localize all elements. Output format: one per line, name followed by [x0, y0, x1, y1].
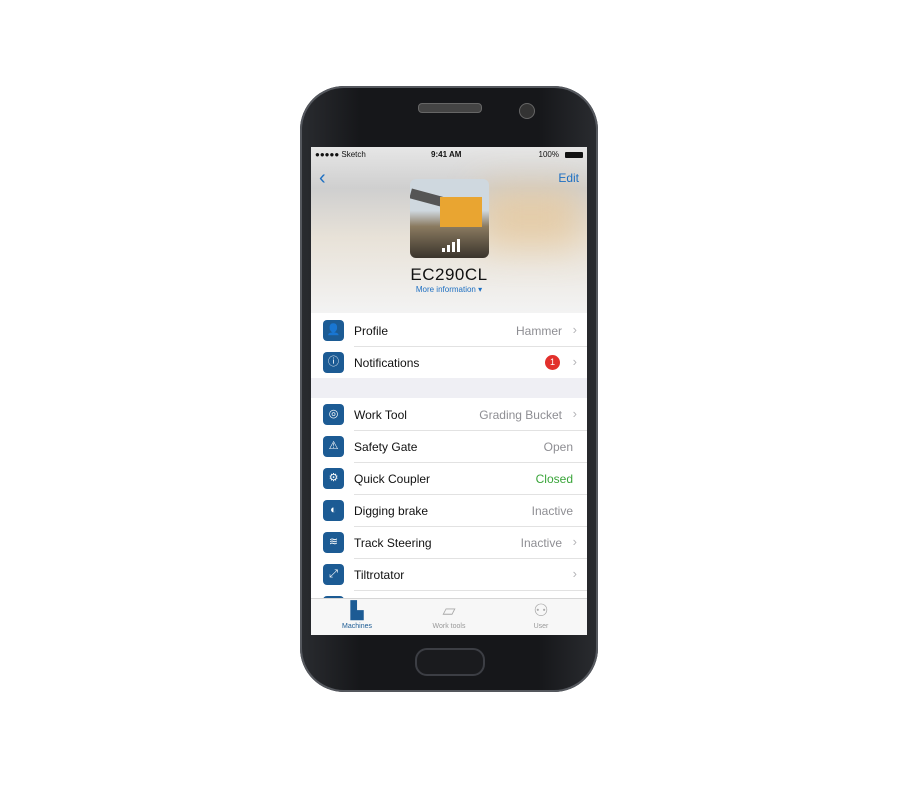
tab-label: User [533, 623, 549, 630]
machine-photo[interactable] [410, 179, 489, 258]
row-tiltrotator[interactable]: ⤢ Tiltrotator › [311, 559, 587, 591]
tab-bar: ▙ Machines ▱ Work tools ⚇ User [311, 598, 587, 635]
chevron-right-icon: › [572, 322, 577, 337]
row-profile[interactable]: 👤 Profile Hammer › [311, 315, 587, 347]
back-button[interactable]: ‹ [319, 167, 326, 190]
tiltrotator-icon: ⤢ [323, 564, 344, 585]
row-notifications[interactable]: ⓘ Notifications 1 › [311, 347, 587, 379]
row-value: Grading Bucket [479, 408, 562, 422]
row-value: Open [543, 440, 573, 454]
row-work-tool[interactable]: ◎ Work Tool Grading Bucket › [311, 399, 587, 431]
chevron-right-icon: › [572, 534, 577, 549]
machines-icon: ▙ [350, 601, 364, 620]
tab-label: Work tools [432, 623, 466, 630]
carrier: ●●●●● Sketch [315, 150, 366, 159]
front-camera [519, 103, 535, 119]
battery-icon [565, 152, 583, 158]
row-label: Profile [354, 324, 389, 338]
edit-button[interactable]: Edit [558, 171, 579, 185]
row-label: Notifications [354, 356, 420, 370]
tab-label: Machines [342, 623, 372, 630]
row-quick-coupler[interactable]: ⚙ Quick Coupler Closed [311, 463, 587, 495]
row-digging-brake[interactable]: ◐ Digging brake Inactive [311, 495, 587, 527]
row-label: Safety Gate [354, 440, 418, 454]
machine-name: EC290CL [410, 265, 488, 284]
row-value: Closed [535, 472, 573, 486]
user-icon: 👤 [323, 320, 344, 341]
tab-machines[interactable]: ▙ Machines [311, 599, 403, 635]
work-tool-icon: ◎ [323, 404, 344, 425]
chevron-right-icon: › [572, 354, 577, 369]
row-label: Work Tool [354, 408, 407, 422]
row-track-steering[interactable]: ≋ Track Steering Inactive › [311, 527, 587, 559]
work-tools-icon: ▱ [442, 601, 456, 620]
info-icon: ⓘ [323, 352, 344, 373]
row-safety-gate[interactable]: ⚠ Safety Gate Open [311, 431, 587, 463]
clock: 9:41 AM [431, 150, 462, 159]
row-value: Hammer [515, 324, 562, 338]
chevron-right-icon: › [572, 406, 577, 421]
track-steering-icon: ≋ [323, 532, 344, 553]
home-button[interactable] [415, 648, 485, 676]
section-gap [311, 378, 587, 398]
row-label: Digging brake [354, 504, 429, 518]
row-label: Tiltrotator [354, 568, 405, 582]
notification-badge: 1 [545, 355, 560, 370]
tab-work-tools[interactable]: ▱ Work tools [403, 599, 495, 635]
row-label: Quick Coupler [354, 472, 431, 486]
signal-icon [442, 239, 460, 252]
row-label: Track Steering [354, 536, 432, 550]
tab-user[interactable]: ⚇ User [495, 599, 587, 635]
battery-percent: 100% [538, 150, 559, 159]
speaker-grille [418, 103, 482, 113]
chevron-right-icon: › [572, 566, 577, 581]
warning-icon: ⚠ [323, 436, 344, 457]
coupler-icon: ⚙ [323, 468, 344, 489]
app-screen: ●●●●● Sketch 9:41 AM 100% ‹ Edit EC290CL… [311, 147, 587, 635]
more-information-link[interactable]: More information ▾ [311, 285, 587, 294]
row-value: Inactive [531, 504, 573, 518]
row-value: Inactive [520, 536, 562, 550]
user-icon: ⚇ [533, 601, 549, 620]
brake-icon: ◐ [323, 500, 344, 521]
